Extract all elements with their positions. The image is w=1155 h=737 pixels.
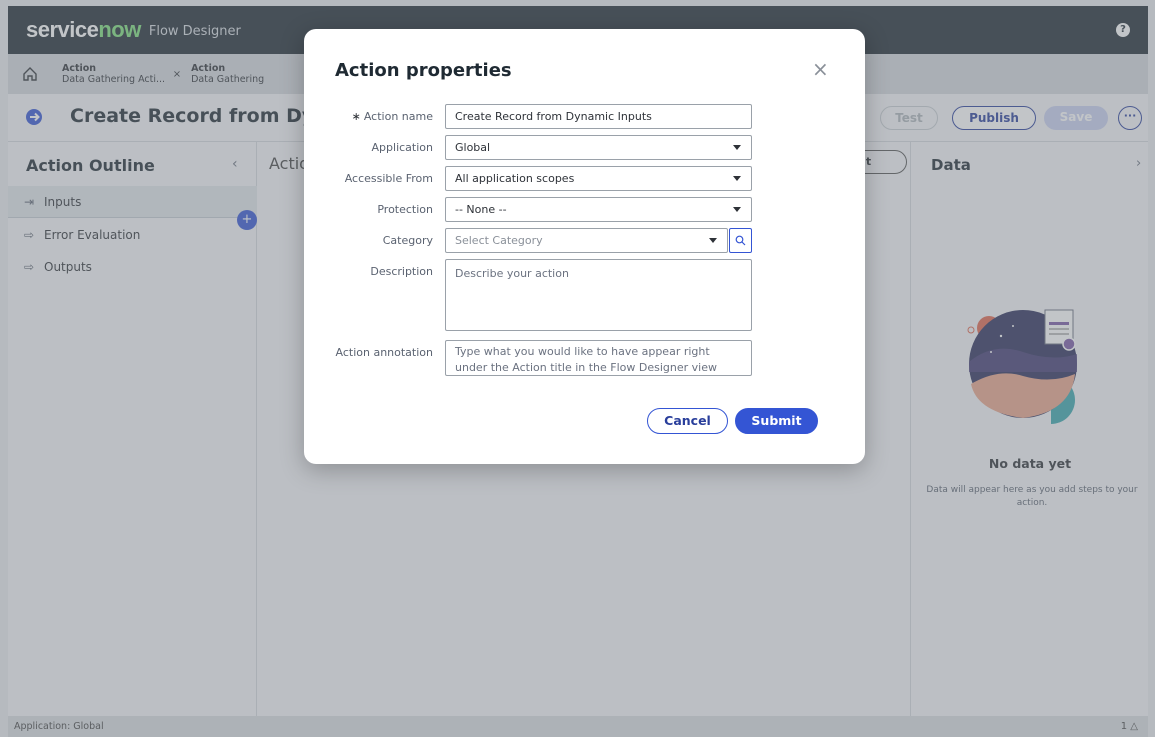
application-row: Application Global xyxy=(304,135,865,161)
action-properties-dialog: Action properties × ∗ Action name Create … xyxy=(304,29,865,464)
chevron-down-icon xyxy=(733,176,741,181)
protection-label: Protection xyxy=(377,203,433,216)
description-label: Description xyxy=(370,265,433,278)
annotation-textarea[interactable]: Type what you would like to have appear … xyxy=(445,340,752,376)
annotation-row: Action annotation Type what you would li… xyxy=(304,340,865,376)
action-name-input[interactable]: Create Record from Dynamic Inputs xyxy=(445,104,752,129)
chevron-down-icon xyxy=(709,238,717,243)
dialog-title: Action properties xyxy=(335,60,512,81)
annotation-label: Action annotation xyxy=(335,346,434,359)
chevron-down-icon xyxy=(733,145,741,150)
category-label: Category xyxy=(382,234,433,247)
action-name-row: ∗ Action name Create Record from Dynamic … xyxy=(304,104,865,130)
accessible-from-row: Accessible From All application scopes xyxy=(304,166,865,192)
application-select[interactable]: Global xyxy=(445,135,752,160)
category-select[interactable]: Select Category xyxy=(445,228,728,253)
protection-value: -- None -- xyxy=(455,203,507,216)
accessible-from-value: All application scopes xyxy=(455,172,575,185)
chevron-down-icon xyxy=(733,207,741,212)
category-placeholder: Select Category xyxy=(455,234,543,247)
protection-select[interactable]: -- None -- xyxy=(445,197,752,222)
action-name-label: ∗ Action name xyxy=(352,110,433,123)
submit-button[interactable]: Submit xyxy=(735,408,818,434)
category-search-button[interactable] xyxy=(729,228,752,253)
accessible-from-select[interactable]: All application scopes xyxy=(445,166,752,191)
accessible-from-label: Accessible From xyxy=(344,172,433,185)
required-marker: ∗ xyxy=(351,110,361,123)
close-icon[interactable]: × xyxy=(812,59,829,79)
search-icon xyxy=(735,235,746,246)
protection-row: Protection -- None -- xyxy=(304,197,865,223)
description-textarea[interactable]: Describe your action xyxy=(445,259,752,331)
application-label: Application xyxy=(371,141,433,154)
category-row: Category Select Category xyxy=(304,228,865,254)
action-name-label-text: Action name xyxy=(363,110,433,123)
application-value: Global xyxy=(455,141,491,154)
cancel-button[interactable]: Cancel xyxy=(647,408,728,434)
description-row: Description Describe your action xyxy=(304,259,865,331)
